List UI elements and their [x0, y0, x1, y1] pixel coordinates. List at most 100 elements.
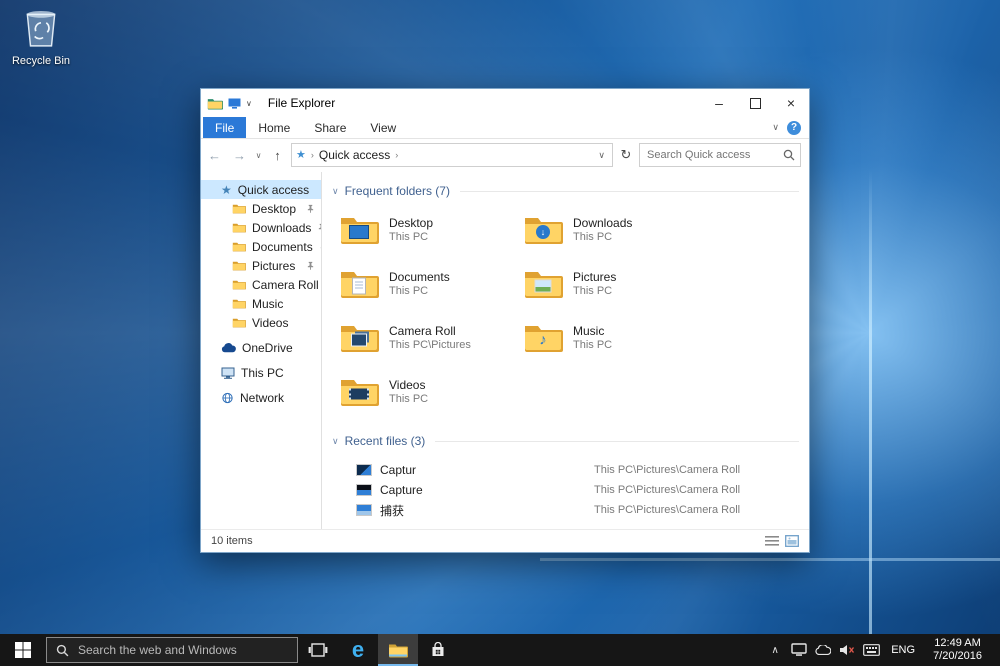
recent-file-name: Capture — [380, 483, 594, 497]
documents-folder-icon — [339, 267, 379, 299]
music-folder-icon: ♪ — [523, 321, 563, 353]
recent-locations-icon[interactable]: ∨ — [253, 151, 264, 160]
folder-tile-videos[interactable]: Videos This PC — [338, 374, 522, 416]
breadcrumb-chevron-icon[interactable]: › — [395, 150, 398, 160]
sidebar-item-label: Desktop — [252, 202, 296, 216]
customize-toolbar-icon[interactable]: ∨ — [246, 99, 252, 108]
sidebar-item-this-pc[interactable]: This PC — [201, 363, 321, 382]
back-button[interactable]: ← — [203, 148, 226, 163]
address-bar-row: ← → ∨ ↑ ★ › Quick access › ∨ ↻ — [201, 139, 809, 172]
sidebar-item-documents[interactable]: Documents — [201, 237, 321, 256]
task-view-button[interactable] — [298, 634, 338, 666]
folder-tile-pictures[interactable]: Pictures This PC — [522, 266, 706, 308]
items-count: 10 items — [211, 535, 253, 547]
sidebar-item-downloads[interactable]: Downloads — [201, 218, 321, 237]
large-icons-view-button[interactable] — [785, 535, 799, 547]
camera-roll-folder-icon — [339, 321, 379, 353]
sidebar-item-network[interactable]: Network — [201, 388, 321, 407]
folder-name: Music — [573, 324, 612, 338]
help-icon[interactable]: ? — [787, 121, 801, 135]
language-indicator[interactable]: ENG — [883, 644, 923, 656]
sidebar-item-videos[interactable]: Videos — [201, 313, 321, 332]
folder-icon — [232, 203, 246, 214]
file-explorer-window: ∨ File Explorer – × File Home Share View… — [200, 88, 810, 553]
explorer-search-box[interactable] — [639, 143, 801, 167]
sidebar-item-quick-access[interactable]: ★ Quick access — [201, 180, 321, 199]
sidebar-item-label: Camera Roll — [252, 278, 319, 292]
up-button[interactable]: ↑ — [266, 148, 289, 163]
taskbar-search-input[interactable] — [76, 642, 288, 658]
recent-file-path: This PC\Pictures\Camera Roll — [594, 484, 740, 496]
close-button[interactable]: × — [773, 89, 809, 117]
recent-files-header[interactable]: ∨ Recent files (3) — [332, 432, 803, 450]
tab-file[interactable]: File — [203, 117, 246, 138]
tab-share[interactable]: Share — [302, 117, 358, 138]
address-dropdown-icon[interactable]: ∨ — [595, 150, 608, 161]
collapse-group-icon[interactable]: ∨ — [332, 186, 339, 197]
status-bar: 10 items — [201, 529, 809, 552]
recycle-bin-label: Recycle Bin — [8, 55, 74, 67]
quick-access-toolbar: ∨ — [207, 97, 252, 110]
touch-keyboard-icon[interactable] — [859, 644, 883, 656]
edge-button[interactable]: e — [338, 634, 378, 666]
collapse-group-icon[interactable]: ∨ — [332, 436, 339, 447]
pictures-folder-icon — [523, 267, 563, 299]
file-thumbnail-icon — [356, 464, 372, 476]
sidebar-item-camera-roll[interactable]: Camera Roll — [201, 275, 321, 294]
forward-button[interactable]: → — [228, 148, 251, 163]
folder-tile-camera-roll[interactable]: Camera Roll This PC\Pictures — [338, 320, 522, 362]
folder-tile-desktop[interactable]: Desktop This PC — [338, 212, 522, 254]
search-icon — [783, 149, 795, 161]
desktop: Recycle Bin ∨ File Explorer – × — [0, 0, 1000, 666]
display-icon[interactable] — [787, 643, 811, 657]
sidebar-item-label: OneDrive — [242, 341, 293, 355]
clock-time: 12:49 AM — [934, 637, 980, 649]
maximize-button[interactable] — [737, 89, 773, 117]
sidebar-item-pictures[interactable]: Pictures — [201, 256, 321, 275]
recent-file-row[interactable]: Capture This PC\Pictures\Camera Roll — [332, 480, 803, 500]
titlebar[interactable]: ∨ File Explorer – × — [201, 89, 809, 117]
quick-access-icon: ★ — [296, 150, 306, 161]
file-explorer-icon — [388, 642, 408, 658]
sidebar-item-music[interactable]: Music — [201, 294, 321, 313]
address-bar[interactable]: ★ › Quick access › ∨ — [291, 143, 613, 167]
frequent-folders-header[interactable]: ∨ Frequent folders (7) — [332, 182, 803, 200]
sidebar-item-label: Network — [240, 391, 284, 405]
folder-location: This PC — [573, 284, 616, 298]
folder-tile-music[interactable]: ♪ Music This PC — [522, 320, 706, 362]
tab-home[interactable]: Home — [246, 117, 302, 138]
minimize-button[interactable]: – — [701, 89, 737, 117]
recent-file-row[interactable]: 捕获 This PC\Pictures\Camera Roll — [332, 500, 803, 520]
volume-muted-icon[interactable] — [835, 643, 859, 657]
sidebar-item-desktop[interactable]: Desktop — [201, 199, 321, 218]
ribbon-tabs: File Home Share View ∨ ? — [201, 117, 809, 139]
navigation-pane: ★ Quick access Desktop Downloads Documen… — [201, 172, 322, 529]
network-globe-icon — [221, 392, 234, 404]
file-explorer-taskbar-button[interactable] — [378, 634, 418, 666]
properties-icon[interactable] — [228, 98, 241, 109]
start-button[interactable] — [0, 634, 46, 666]
tray-chevron-up-icon[interactable]: ∧ — [763, 645, 787, 656]
folder-location: This PC — [573, 338, 612, 352]
taskbar-search-box[interactable] — [46, 637, 298, 663]
folder-tile-documents[interactable]: Documents This PC — [338, 266, 522, 308]
taskbar-clock[interactable]: 12:49 AM 7/20/2016 — [923, 637, 992, 663]
store-bag-icon — [430, 642, 446, 658]
onedrive-tray-icon[interactable] — [811, 645, 835, 655]
group-rule — [435, 441, 799, 442]
recycle-bin-desktop-icon[interactable]: Recycle Bin — [8, 6, 74, 67]
breadcrumb[interactable]: Quick access — [319, 148, 390, 162]
breadcrumb-chevron-icon[interactable]: › — [311, 150, 314, 160]
folder-tile-downloads[interactable]: ↓ Downloads This PC — [522, 212, 706, 254]
explorer-search-input[interactable] — [645, 148, 779, 162]
recent-file-row[interactable]: Captur This PC\Pictures\Camera Roll — [332, 460, 803, 480]
tab-view[interactable]: View — [358, 117, 408, 138]
sidebar-item-onedrive[interactable]: OneDrive — [201, 338, 321, 357]
expand-ribbon-icon[interactable]: ∨ — [772, 122, 779, 133]
sidebar-item-label: Pictures — [252, 259, 295, 273]
app-icon — [207, 97, 223, 110]
refresh-button[interactable]: ↻ — [615, 147, 637, 163]
maximize-icon — [750, 98, 761, 109]
store-button[interactable] — [418, 634, 458, 666]
details-view-button[interactable] — [765, 535, 779, 547]
